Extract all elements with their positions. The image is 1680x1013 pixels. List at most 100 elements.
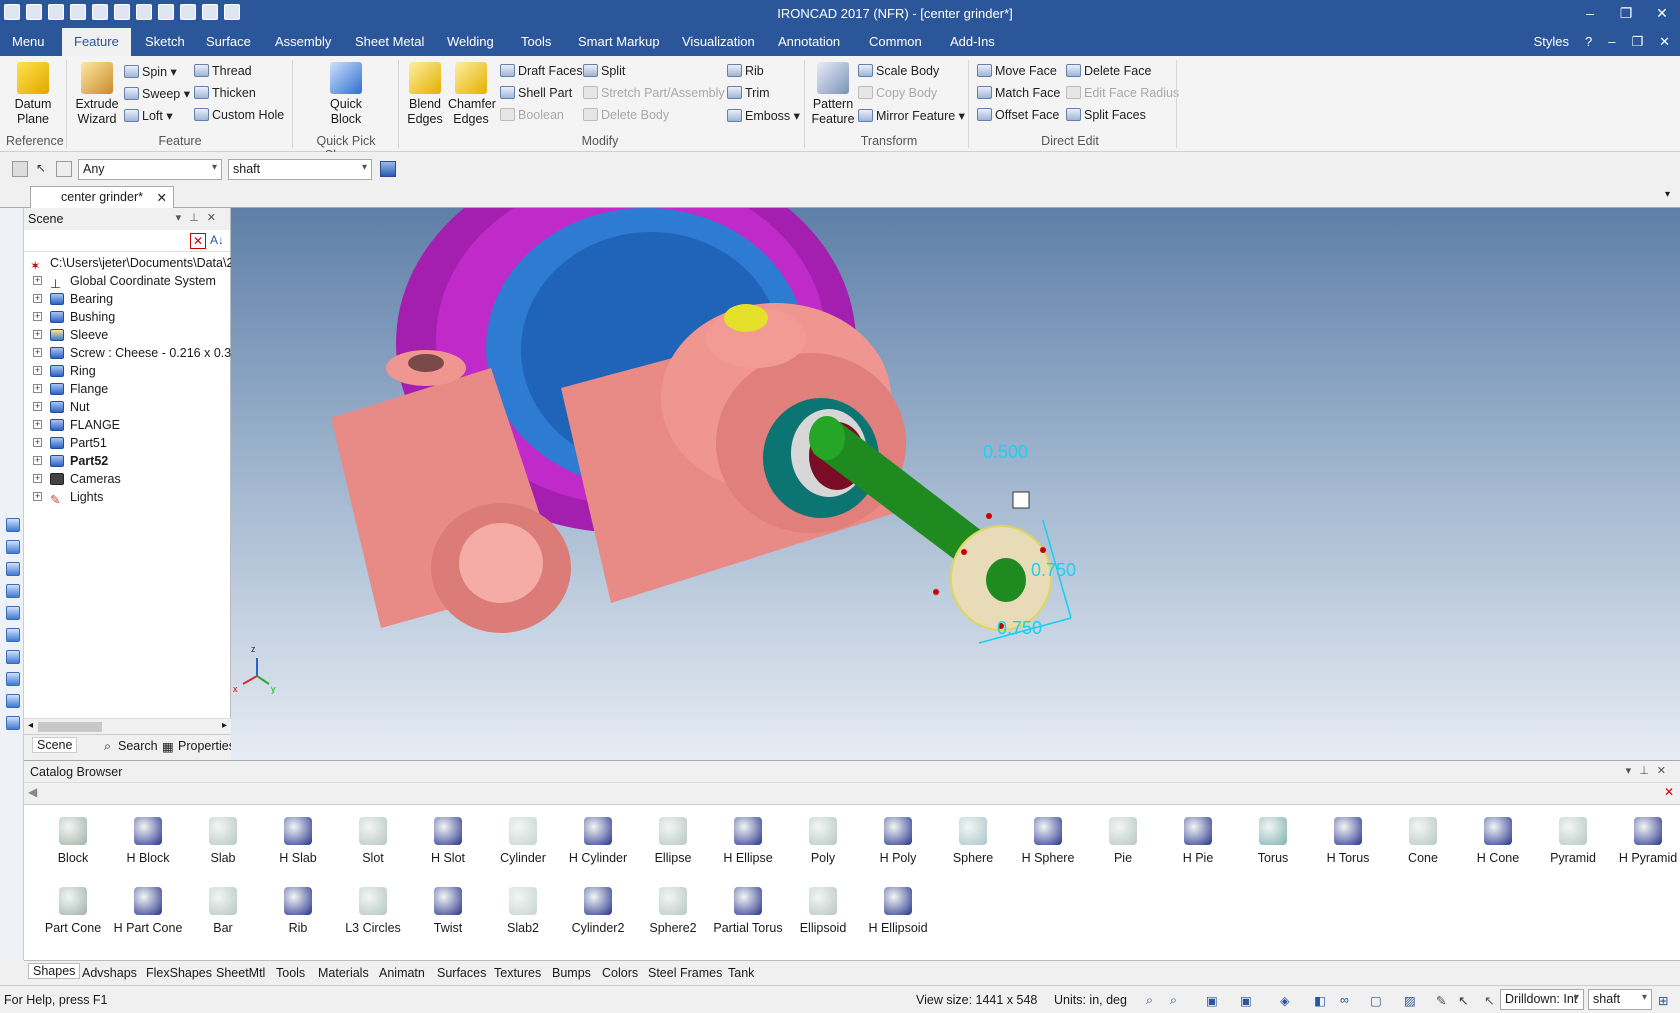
catalog-shape[interactable]: H Slab (261, 817, 335, 865)
tab-annotation[interactable]: Annotation (766, 28, 852, 56)
selection-filter-combo[interactable]: Any (78, 159, 222, 180)
select-face-icon[interactable] (56, 161, 72, 177)
catalog-shape[interactable]: Sphere2 (636, 887, 710, 935)
document-tab[interactable]: center grinder* ✕ (30, 186, 174, 208)
drilldown-combo[interactable]: Drilldown: Int (1500, 989, 1584, 1010)
dimension-label[interactable]: 0.750 (997, 618, 1042, 638)
catalog-shape[interactable]: Poly (786, 817, 860, 865)
catalog-clear-icon[interactable]: ✕ (1664, 785, 1674, 799)
view-dimetric-icon[interactable] (6, 672, 20, 686)
zoom-window-icon[interactable]: ⌕ (1170, 993, 1177, 1008)
restore-button[interactable]: ❐ (1608, 0, 1644, 28)
catalog-shape[interactable]: Torus (1236, 817, 1310, 865)
render-mode-icon[interactable]: ▣ (1240, 993, 1252, 1008)
pointer-icon[interactable]: ↖ (1458, 993, 1468, 1008)
catalog-shape[interactable]: H Cylinder (561, 817, 635, 865)
catalog-tab[interactable]: Advshaps (82, 966, 137, 980)
quick-block-button[interactable]: Quick Block (318, 62, 374, 127)
tab-sketch[interactable]: Sketch (133, 28, 197, 56)
catalog-shape[interactable]: H Poly (861, 817, 935, 865)
mirror-feature-button[interactable]: Mirror Feature ▾ (858, 108, 965, 123)
delete-body-button[interactable]: Delete Body (583, 108, 669, 122)
split-button[interactable]: Split (583, 64, 625, 78)
view-left-icon[interactable] (6, 562, 20, 576)
custom-hole-button[interactable]: Custom Hole (194, 108, 284, 122)
pin-icon[interactable]: ⊥ (189, 212, 207, 224)
pointer-icon[interactable]: ↖ (36, 161, 50, 177)
catalog-shape[interactable]: H Ellipsoid (861, 887, 935, 935)
catalog-shape[interactable]: Slot (336, 817, 410, 865)
catalog-shape[interactable]: H Ellipse (711, 817, 785, 865)
extrude-wizard-button[interactable]: Extrude Wizard (72, 62, 122, 127)
tab-surface[interactable]: Surface (194, 28, 263, 56)
section-icon[interactable]: ▨ (1404, 993, 1416, 1008)
help-icon[interactable]: ? (1585, 28, 1592, 56)
catalog-shape[interactable]: Block (36, 817, 110, 865)
tab-search[interactable]: Search (118, 739, 158, 753)
catalog-shape[interactable]: H Sphere (1011, 817, 1085, 865)
tab-add-ins[interactable]: Add-Ins (938, 28, 1007, 56)
tab-common[interactable]: Common (857, 28, 934, 56)
view-front-icon[interactable] (6, 518, 20, 532)
tab-scene[interactable]: Scene (32, 737, 78, 753)
zoom-icon[interactable]: ⌕ (1146, 993, 1153, 1008)
match-face-button[interactable]: Match Face (977, 86, 1060, 100)
draft-faces-button[interactable]: Draft Faces (500, 64, 583, 78)
catalog-shape[interactable]: Twist (411, 887, 485, 935)
handle[interactable] (986, 513, 992, 519)
view-iso-icon[interactable] (6, 650, 20, 664)
catalog-shape[interactable]: H Slot (411, 817, 485, 865)
catalog-tab[interactable]: Steel Frames (648, 966, 722, 980)
catalog-shape[interactable]: Rib (261, 887, 335, 935)
catalog-tab[interactable]: FlexShapes (146, 966, 212, 980)
catalog-shape[interactable]: Pie (1086, 817, 1160, 865)
tree-root[interactable]: ✶ C:\Users\jeter\Documents\Data\2 (26, 254, 233, 273)
shading-icon[interactable]: ◧ (1314, 993, 1326, 1008)
minimize-button[interactable]: – (1572, 0, 1608, 28)
view-bottom-icon[interactable] (6, 628, 20, 642)
handle[interactable] (961, 549, 967, 555)
dimension-label[interactable]: 0.500 (983, 442, 1028, 462)
styles-menu[interactable]: Styles (1534, 28, 1569, 56)
model-render[interactable]: 0.500 0.750 0.750 z x y (231, 153, 1680, 760)
tab-properties[interactable]: Properties (178, 739, 235, 753)
tree-item[interactable]: + Flange (26, 380, 229, 398)
catalog-tab[interactable]: Bumps (552, 966, 591, 980)
display-icon[interactable]: ▢ (1370, 993, 1382, 1008)
catalog-tab[interactable]: Surfaces (437, 966, 486, 980)
spin-button[interactable]: Spin ▾ (124, 64, 177, 79)
tree-item-selected[interactable]: + Part52 (26, 452, 229, 470)
catalog-shape[interactable]: Slab (186, 817, 260, 865)
view-right-icon[interactable] (6, 584, 20, 598)
catalog-shape[interactable]: Slab2 (486, 887, 560, 935)
back-arrow-icon[interactable]: ◀ (28, 785, 37, 799)
chamfer-edges-button[interactable]: Chamfer Edges (448, 62, 496, 127)
pattern-feature-button[interactable]: Pattern Feature (810, 62, 856, 127)
tab-smart-markup[interactable]: Smart Markup (566, 28, 672, 56)
catalog-tab[interactable]: Materials (318, 966, 369, 980)
tree-item[interactable]: + Bushing (26, 308, 229, 326)
emboss-button[interactable]: Emboss ▾ (727, 108, 800, 123)
doc-close-button[interactable]: ✕ (1659, 28, 1670, 56)
tree-item[interactable]: + Bearing (26, 290, 229, 308)
tri-ball-icon[interactable] (1012, 491, 1030, 509)
catalog-shape[interactable]: Cylinder2 (561, 887, 635, 935)
tab-welding[interactable]: Welding (435, 28, 506, 56)
tree-item[interactable]: + ✎ Lights (26, 488, 229, 507)
tree-item[interactable]: + Screw : Cheese - 0.216 x 0.375 (26, 344, 245, 362)
scale-body-button[interactable]: Scale Body (858, 64, 939, 78)
tabs-dropdown-icon[interactable]: ▾ (1665, 189, 1670, 200)
light-mode-icon[interactable]: ◈ (1280, 993, 1290, 1008)
close-button[interactable]: ✕ (1644, 0, 1680, 28)
3d-viewport[interactable]: 0.500 0.750 0.750 z x y (231, 153, 1680, 760)
offset-face-button[interactable]: Offset Face (977, 108, 1059, 122)
view-top-icon[interactable] (6, 606, 20, 620)
edit-face-radius-button[interactable]: Edit Face Radius (1066, 86, 1179, 100)
catalog-shape[interactable]: Sphere (936, 817, 1010, 865)
catalog-shape[interactable]: H Torus (1311, 817, 1385, 865)
catalog-shape[interactable]: Pyramid (1536, 817, 1610, 865)
tree-item[interactable]: + Part51 (26, 434, 229, 452)
catalog-shape[interactable]: Bar (186, 887, 260, 935)
catalog-tab[interactable]: SheetMtl (216, 966, 265, 980)
catalog-tab[interactable]: Shapes (28, 963, 81, 979)
